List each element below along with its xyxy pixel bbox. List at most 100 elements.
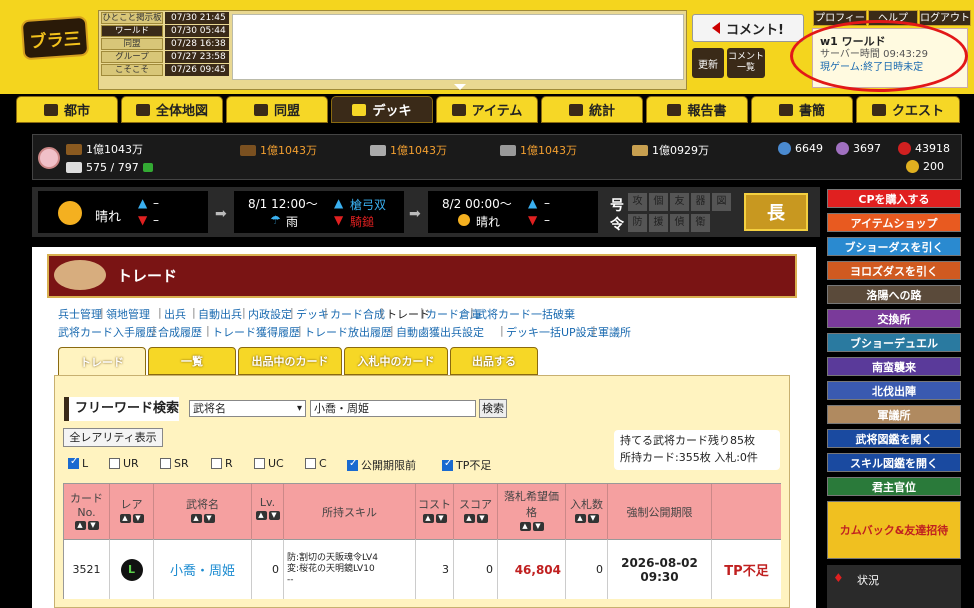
- sort-up-icon[interactable]: ▲: [519, 522, 531, 531]
- keyword-input[interactable]: 小喬・周姫: [310, 400, 476, 417]
- sort-up-icon[interactable]: ▲: [119, 514, 131, 523]
- sort-up-icon[interactable]: ▲: [190, 514, 202, 523]
- sort-buttons[interactable]: ▲ ▼: [110, 514, 153, 523]
- sub-nav-link[interactable]: 合成履歴: [158, 324, 202, 340]
- checkbox[interactable]: [305, 458, 316, 469]
- order-scout[interactable]: 偵: [670, 214, 689, 232]
- sort-up-icon[interactable]: ▲: [255, 511, 267, 520]
- sub-nav-link[interactable]: トレード放出履歴: [304, 324, 392, 340]
- rank-button[interactable]: 君主官位: [827, 477, 961, 496]
- th-rarity[interactable]: レア ▲ ▼: [110, 484, 154, 539]
- game-logo[interactable]: ブラ三: [20, 15, 90, 61]
- sub-nav-link[interactable]: 軍議所: [598, 324, 631, 340]
- nav-quest[interactable]: クエスト: [856, 96, 960, 123]
- th-score[interactable]: スコア ▲ ▼: [454, 484, 498, 539]
- th-level[interactable]: Lv. ▲ ▼: [252, 484, 284, 539]
- bbs-tab[interactable]: グループ: [101, 51, 163, 63]
- sort-buttons[interactable]: ▲ ▼: [154, 514, 251, 523]
- nav-deck[interactable]: デッキ: [331, 96, 433, 123]
- search-field-select[interactable]: 武将名: [189, 400, 306, 417]
- th-price[interactable]: 落札希望価格 ▲ ▼: [498, 484, 566, 539]
- busho-zukan-button[interactable]: 武将図鑑を開く: [827, 429, 961, 448]
- bbs-row[interactable]: 同盟 07/28 16:38: [101, 38, 231, 51]
- filter-l[interactable]: L: [68, 456, 88, 470]
- busho-duel-button[interactable]: ブショーデュエル: [827, 333, 961, 352]
- gungisho-button[interactable]: 軍議所: [827, 405, 961, 424]
- sub-nav-link[interactable]: カード合成: [330, 306, 385, 322]
- bbs-tab[interactable]: ひとこと掲示板: [101, 12, 163, 24]
- nanban-button[interactable]: 南蛮襲来: [827, 357, 961, 376]
- checkbox[interactable]: [109, 458, 120, 469]
- sub-nav-link[interactable]: 武将カード入手履歴: [58, 324, 157, 340]
- bbs-row[interactable]: ひとこと掲示板 07/30 21:45: [101, 12, 231, 25]
- filter-ur[interactable]: UR: [109, 457, 139, 470]
- sort-up-icon[interactable]: ▲: [574, 514, 586, 523]
- yorozudas-button[interactable]: ヨロズダスを引く: [827, 261, 961, 280]
- checkbox[interactable]: [68, 456, 79, 469]
- sort-down-icon[interactable]: ▼: [87, 521, 99, 530]
- th-card-no[interactable]: カードNo. ▲ ▼: [64, 484, 110, 539]
- sort-up-icon[interactable]: ▲: [74, 521, 86, 530]
- order-friend[interactable]: 友: [670, 193, 689, 211]
- tab-listing[interactable]: 出品中のカード: [238, 347, 342, 375]
- sub-nav-link[interactable]: 武将カード一括破棄: [476, 306, 575, 322]
- checkbox[interactable]: [160, 458, 171, 469]
- sort-buttons[interactable]: ▲ ▼: [502, 522, 561, 531]
- sort-down-icon[interactable]: ▼: [532, 522, 544, 531]
- sub-nav-link[interactable]: トレード獲得履歴: [212, 324, 300, 340]
- nav-stats[interactable]: 統計: [541, 96, 643, 123]
- sort-buttons[interactable]: ▲ ▼: [252, 511, 283, 520]
- bbs-tab[interactable]: 同盟: [101, 38, 163, 50]
- search-button[interactable]: 検索: [479, 399, 507, 418]
- sort-buttons[interactable]: ▲ ▼: [566, 514, 607, 523]
- cell-name[interactable]: 小喬・周姫: [154, 539, 252, 599]
- sort-up-icon[interactable]: ▲: [463, 514, 475, 523]
- order-attack[interactable]: 攻: [628, 193, 647, 211]
- update-button[interactable]: 更新: [692, 48, 724, 78]
- sort-down-icon[interactable]: ▼: [132, 514, 144, 523]
- th-name[interactable]: 武将名 ▲ ▼: [154, 484, 252, 539]
- exchange-button[interactable]: 交換所: [827, 309, 961, 328]
- sort-down-icon[interactable]: ▼: [435, 514, 447, 523]
- bbs-tab[interactable]: ワールド: [101, 25, 163, 37]
- bbs-row[interactable]: ワールド 07/30 05:44: [101, 25, 231, 38]
- item-shop-button[interactable]: アイテムショップ: [827, 213, 961, 232]
- sort-down-icon[interactable]: ▼: [587, 514, 599, 523]
- sort-buttons[interactable]: ▲ ▼: [64, 521, 109, 530]
- sort-buttons[interactable]: ▲ ▼: [454, 514, 497, 523]
- all-rarity-button[interactable]: 全レアリティ表示: [63, 428, 163, 447]
- tab-sell[interactable]: 出品する: [450, 347, 538, 375]
- sort-up-icon[interactable]: ▲: [422, 514, 434, 523]
- nav-city[interactable]: 都市: [16, 96, 118, 123]
- th-cost[interactable]: コスト ▲ ▼: [416, 484, 454, 539]
- bbs-row[interactable]: グループ 07/27 23:58: [101, 51, 231, 64]
- sub-nav-link[interactable]: 内政設定: [248, 306, 292, 322]
- nav-item[interactable]: アイテム: [436, 96, 538, 123]
- order-individual[interactable]: 個: [649, 193, 668, 211]
- tab-bidding[interactable]: 入札中のカード: [344, 347, 448, 375]
- checkbox[interactable]: [254, 458, 265, 469]
- filter-sr[interactable]: SR: [160, 457, 189, 470]
- skill-zukan-button[interactable]: スキル図鑑を開く: [827, 453, 961, 472]
- checkbox[interactable]: [347, 458, 358, 471]
- filter-r[interactable]: R: [211, 457, 233, 470]
- nav-world-map[interactable]: 全体地図: [121, 96, 223, 123]
- order-defense[interactable]: 防: [628, 214, 647, 232]
- order-support[interactable]: 援: [649, 214, 668, 232]
- order-weapon[interactable]: 器: [691, 193, 710, 211]
- comment-button[interactable]: コメント!: [692, 14, 804, 42]
- hokubatsu-button[interactable]: 北伐出陣: [827, 381, 961, 400]
- logout-link[interactable]: ログアウト: [919, 10, 971, 26]
- buy-cp-button[interactable]: CPを購入する: [827, 189, 961, 208]
- nav-letters[interactable]: 書簡: [751, 96, 853, 123]
- tab-trade[interactable]: トレード: [58, 347, 146, 375]
- nav-alliance[interactable]: 同盟: [226, 96, 328, 123]
- filter-c[interactable]: C: [305, 457, 327, 470]
- checkbox[interactable]: [442, 458, 453, 471]
- order-map[interactable]: 図: [712, 193, 731, 211]
- chevron-down-icon[interactable]: [454, 84, 466, 90]
- luoyang-road-button[interactable]: 洛陽への路: [827, 285, 961, 304]
- sub-nav-link[interactable]: 兵士管理: [58, 306, 102, 322]
- bbs-tab[interactable]: こそこそ: [101, 64, 163, 76]
- clock-icon[interactable]: [38, 147, 60, 169]
